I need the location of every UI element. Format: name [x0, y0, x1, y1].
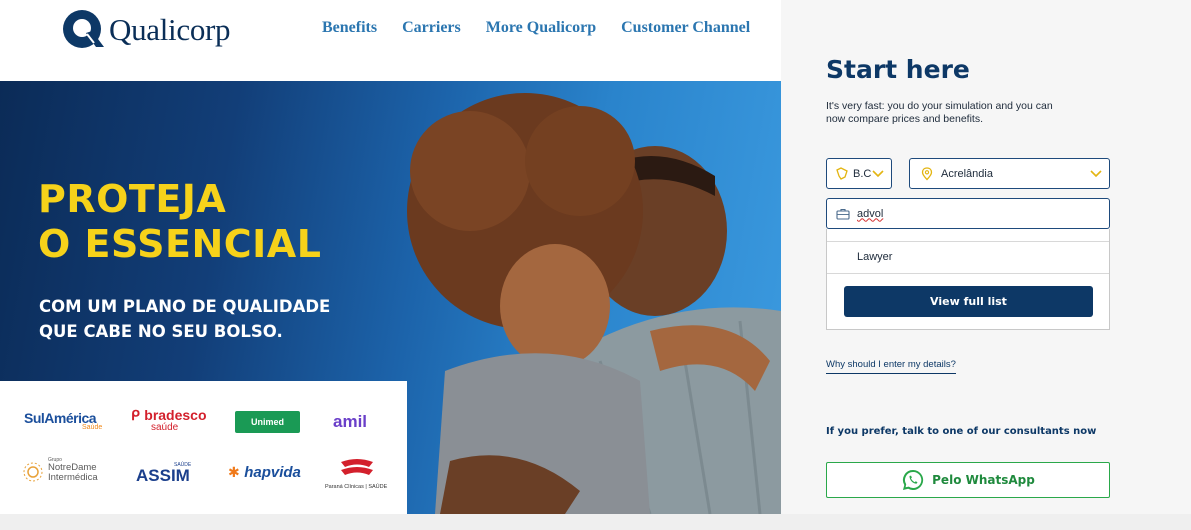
assim-logo: SAÚDE ASSIM [136, 462, 191, 486]
unimed-name: Unimed [250, 417, 284, 427]
bradesco-sub: saúde [151, 422, 179, 433]
hero-headline-line-2: O ESSENCIAL [38, 222, 322, 266]
main-nav: Benefits Carriers More Qualicorp Custome… [322, 19, 775, 37]
hapvida-icon: ✱ [228, 464, 240, 480]
bradesco-name: bradesco [144, 407, 207, 423]
hero-subheadline: COM UM PLANO DE QUALIDADE QUE CABE NO SE… [39, 294, 330, 344]
profession-input[interactable]: advol [826, 198, 1110, 229]
panel-description: It's very fast: you do your simulation a… [826, 100, 1053, 125]
notredame-logo: Grupo NotreDame Intermédica [22, 457, 98, 483]
unimed-logo: Unimed [235, 411, 300, 433]
page-bottom-strip [0, 514, 1191, 530]
notredame-line-2: Intermédica [48, 472, 98, 483]
assim-name: ASSIM [136, 466, 190, 485]
logo-text: Qualicorp [109, 12, 231, 47]
hero-subheadline-line-1: COM UM PLANO DE QUALIDADE [39, 297, 331, 316]
carrier-logos: SulAmérica Saúde ᑭ bradesco saúde Unimed… [0, 381, 407, 514]
why-details-link[interactable]: Why should I enter my details? [826, 359, 956, 374]
chevron-down-icon [872, 170, 884, 178]
qualicorp-logo-icon [63, 10, 104, 48]
amil-name: amil [333, 412, 368, 431]
nav-customer-channel[interactable]: Customer Channel [621, 19, 750, 37]
parana-sub: SAÚDE [368, 484, 388, 490]
hapvida-name: hapvida [244, 464, 301, 481]
nav-more-qualicorp[interactable]: More Qualicorp [486, 19, 596, 37]
location-pin-icon [921, 166, 933, 180]
city-value: Acrelândia [941, 167, 993, 180]
suggestion-item[interactable]: Lawyer [857, 251, 892, 263]
profession-value: advol [857, 207, 884, 220]
family-photo [407, 93, 781, 514]
panel-title: Start here [826, 55, 970, 84]
consultant-prompt: If you prefer, talk to one of our consul… [826, 426, 1097, 437]
hero-banner: PROTEJA O ESSENCIAL COM UM PLANO DE QUAL… [0, 81, 781, 514]
chevron-down-icon [1090, 170, 1102, 178]
qualicorp-logo[interactable]: Qualicorp [62, 9, 231, 51]
bradesco-logo: ᑭ bradesco saúde [131, 407, 207, 433]
whatsapp-icon [903, 469, 924, 490]
sulamerica-sub: Saúde [82, 424, 103, 431]
amil-logo: amil [333, 412, 367, 432]
divider [827, 273, 1109, 274]
sulamerica-logo: SulAmérica Saúde [24, 410, 102, 431]
hero-headline-line-1: PROTEJA [38, 177, 227, 221]
hero-subheadline-line-2: QUE CABE NO SEU BOLSO. [39, 322, 283, 341]
map-icon [836, 166, 848, 180]
parana-logo: Paraná Clínicas | SAÚDE [325, 458, 387, 490]
parana-name: Paraná Clínicas [325, 484, 364, 490]
whatsapp-label: Pelo WhatsApp [932, 473, 1035, 487]
state-select[interactable]: B.C [826, 158, 892, 189]
profession-suggestions: Lawyer View full list [826, 229, 1110, 330]
view-full-list-button[interactable]: View full list [844, 286, 1093, 317]
state-value: B.C [853, 167, 872, 180]
nav-benefits[interactable]: Benefits [322, 19, 377, 37]
parana-icon [341, 459, 373, 475]
briefcase-icon [836, 208, 850, 220]
bradesco-icon: ᑭ [131, 407, 140, 423]
city-select[interactable]: Acrelândia [909, 158, 1110, 189]
quote-panel: Start here It's very fast: you do your s… [781, 0, 1191, 514]
page: Qualicorp Benefits Carriers More Qualico… [0, 0, 1191, 530]
hapvida-logo: ✱ hapvida [228, 464, 301, 482]
divider [827, 241, 1109, 242]
site-header: Qualicorp Benefits Carriers More Qualico… [0, 0, 781, 81]
hero-headline: PROTEJA O ESSENCIAL [38, 177, 321, 267]
whatsapp-button[interactable]: Pelo WhatsApp [826, 462, 1110, 498]
nav-carriers[interactable]: Carriers [402, 19, 461, 37]
notredame-sun-icon [23, 462, 43, 482]
